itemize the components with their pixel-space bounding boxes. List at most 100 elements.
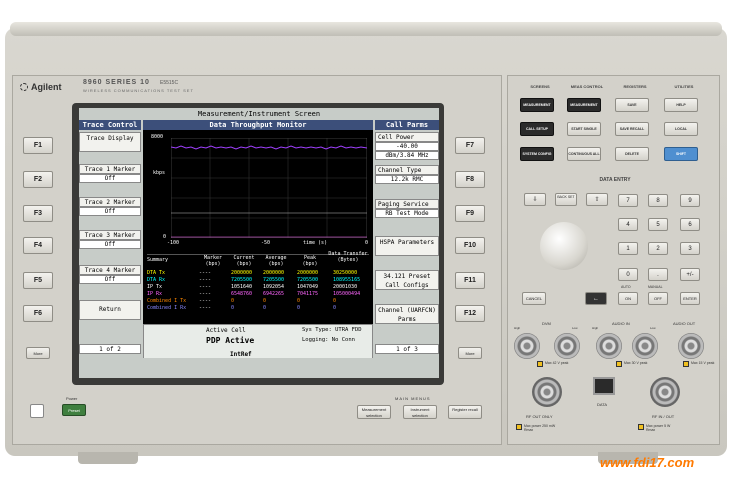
summary-row: IP Tx ---- 1051640 1092054 1047049 20001030: [147, 284, 369, 291]
down-arrow-button[interactable]: ⇩: [524, 193, 546, 206]
summary-cell-transfer: 105000494: [333, 291, 361, 297]
f7-key[interactable]: F7: [455, 137, 485, 154]
screen-title: Measurement/Instrument Screen: [79, 108, 439, 120]
summary-cell-peak: 7041175: [297, 291, 319, 297]
save-recall-button[interactable]: SAVE RECALL: [615, 122, 649, 136]
shift-button[interactable]: SHIFT: [664, 147, 698, 161]
up-arrow-button[interactable]: ⇧: [586, 193, 608, 206]
softkey-trace-3-marker[interactable]: Trace 3 Marker: [79, 230, 141, 240]
summary-cell-current: 2000000: [231, 270, 253, 276]
delete-button[interactable]: DELETE: [615, 147, 649, 161]
paging-service-value: RB Test Mode: [375, 209, 439, 218]
f9-key[interactable]: F9: [455, 205, 485, 222]
softkey-trace-display[interactable]: Trace Display: [79, 132, 141, 152]
back-set-button[interactable]: BACK SET: [555, 193, 577, 206]
start-single-button[interactable]: START SINGLE: [567, 122, 601, 136]
summary-cell-average: 0: [263, 298, 267, 304]
rotary-knob[interactable]: [540, 222, 588, 270]
keypad-key[interactable]: 8: [648, 194, 668, 207]
keypad-key[interactable]: .: [648, 268, 668, 281]
f2-key[interactable]: F2: [23, 171, 53, 188]
softkey-trace-2-marker[interactable]: Trace 2 Marker: [79, 197, 141, 207]
instrument-selection-button[interactable]: Instrument selection: [403, 405, 437, 419]
summary-cell-name: Combined I Tx: [147, 298, 187, 304]
softkey-34121-preset[interactable]: 34.121 Preset Call Configs: [375, 270, 439, 290]
measurement-reset-button[interactable]: MEASUREMENT RESET: [567, 98, 601, 112]
summary-cell-transfer: 20001030: [333, 284, 358, 290]
summary-cell-marker: ----: [199, 270, 212, 276]
f6-key[interactable]: F6: [23, 305, 53, 322]
keypad-key[interactable]: 9: [680, 194, 700, 207]
dvm-high-label: High: [514, 326, 521, 330]
keypad-key[interactable]: 5: [648, 218, 668, 231]
summary-cell-current: 1051640: [231, 284, 253, 290]
f5-key[interactable]: F5: [23, 272, 53, 289]
softkey-return[interactable]: Return: [79, 300, 141, 320]
f3-key[interactable]: F3: [23, 205, 53, 222]
keypad-key[interactable]: 7: [618, 194, 638, 207]
softkey-paging-service[interactable]: Paging Service: [375, 199, 439, 209]
summary-cell-average: 0: [263, 305, 267, 311]
softkey-trace-4-value: Off: [79, 275, 141, 284]
on-button[interactable]: ON: [618, 292, 638, 305]
f4-key[interactable]: F4: [23, 237, 53, 254]
left-page-indicator: 1 of 2: [79, 344, 141, 354]
summary-cell-transfer: 0: [333, 305, 337, 311]
f10-key[interactable]: F10: [455, 237, 485, 254]
call-setup-button[interactable]: CALL SETUP: [520, 122, 554, 136]
softkey-channel-parms[interactable]: Channel (UARFCN) Parms: [375, 304, 439, 324]
enter-button[interactable]: ENTER: [680, 292, 700, 305]
model-subtitle: WIRELESS COMMUNICATIONS TEST SET: [83, 88, 194, 93]
softkey-channel-type[interactable]: Channel Type: [375, 165, 439, 175]
more-left-key[interactable]: More: [26, 347, 50, 359]
save-button[interactable]: SAVE: [615, 98, 649, 112]
x-axis-right: 0: [365, 240, 369, 246]
measurement-button[interactable]: MEASUREMENT: [520, 98, 554, 112]
keypad-key[interactable]: 2: [648, 242, 668, 255]
f11-key[interactable]: F11: [455, 272, 485, 289]
softkey-cell-power[interactable]: Cell Power: [375, 132, 439, 142]
agilent-logo-icon: [20, 83, 28, 91]
f8-key[interactable]: F8: [455, 171, 485, 188]
help-button[interactable]: HELP: [664, 98, 698, 112]
keypad-key[interactable]: 3: [680, 242, 700, 255]
rf-out-max: Max power 250 mW Rmax: [524, 424, 556, 432]
keypad-key[interactable]: 1: [618, 242, 638, 255]
keypad-key[interactable]: 6: [680, 218, 700, 231]
f12-key[interactable]: F12: [455, 305, 485, 322]
summary-col-name: Summary: [147, 257, 169, 263]
keypad-key[interactable]: 0: [618, 268, 638, 281]
off-button[interactable]: OFF: [648, 292, 668, 305]
summary-row: IP Rx ---- 6548760 6942265 7041175 105000494: [147, 291, 369, 298]
instrument-screen: Measurement/Instrument Screen Trace Cont…: [79, 108, 439, 378]
cell-power-unit: dBm/3.84 MHz: [375, 151, 439, 160]
keypad-key[interactable]: 4: [618, 218, 638, 231]
softkey-trace-4-marker[interactable]: Trace 4 Marker: [79, 265, 141, 275]
summary-cell-name: Combined I Rx: [147, 305, 187, 311]
softkey-trace-1-marker[interactable]: Trace 1 Marker: [79, 164, 141, 174]
system-config-button[interactable]: SYSTEM CONFIG: [520, 147, 554, 161]
summary-cell-marker: ----: [199, 298, 212, 304]
dvm-label: DVM: [542, 321, 551, 326]
local-button[interactable]: LOCAL: [664, 122, 698, 136]
dvm-low-connector: [554, 333, 580, 359]
softkey-trace-2-value: Off: [79, 207, 141, 216]
backspace-button[interactable]: ←: [585, 292, 607, 305]
summary-col-peak: Peak (bps): [302, 255, 318, 267]
data-entry-label: DATA ENTRY: [599, 177, 631, 183]
f1-key[interactable]: F1: [23, 137, 53, 154]
register-recall-button[interactable]: Register recall: [448, 405, 482, 419]
summary-cell-average: 6942265: [263, 291, 285, 297]
more-right-key[interactable]: More: [458, 347, 482, 359]
cancel-button[interactable]: CANCEL: [522, 292, 546, 305]
softkey-trace-3-value: Off: [79, 240, 141, 249]
keypad-key[interactable]: +/-: [680, 268, 700, 281]
data-port: [593, 377, 615, 395]
rf-in-out-label: RF IN / OUT: [652, 414, 675, 419]
preset-button[interactable]: Preset: [62, 404, 86, 416]
measurement-selection-button[interactable]: Measurement selection: [357, 405, 391, 419]
summary-cell-current: 6548760: [231, 291, 253, 297]
softkey-hspa-parameters[interactable]: HSPA Parameters: [375, 236, 439, 256]
power-button[interactable]: [30, 404, 44, 418]
continuous-all-button[interactable]: CONTINUOUS ALL: [567, 147, 601, 161]
